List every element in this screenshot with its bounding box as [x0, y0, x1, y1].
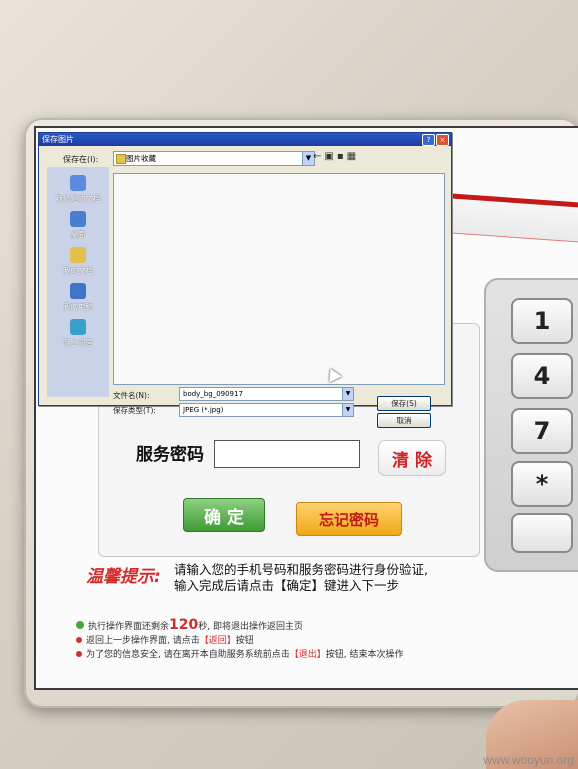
note-2-suffix: 按钮	[235, 636, 254, 646]
forgot-password-button[interactable]: 忘记密码	[296, 502, 402, 536]
dialog-titlebar: 保存图片 ? ×	[39, 133, 451, 146]
back-icon[interactable]: ←	[313, 151, 324, 162]
tip-title: 温馨提示:	[86, 567, 161, 587]
tip-line-1: 请输入您的手机号码和服务密码进行身份验证,	[174, 562, 428, 577]
key-7[interactable]: 7	[511, 408, 573, 454]
header-red-band	[446, 193, 578, 243]
place-label: 我最近的文档	[55, 194, 101, 203]
dialog-toolbar: ←▣▪▦	[313, 151, 359, 162]
save-in-select[interactable]: 图片收藏 ▼	[113, 151, 315, 166]
filename-label: 文件名(N):	[113, 391, 150, 400]
up-folder-icon[interactable]: ▣	[324, 151, 336, 162]
note-line-2: 返回上一步操作界面, 请点击【返回】按钮	[76, 634, 403, 648]
file-list[interactable]	[113, 173, 445, 385]
place-label: 桌面	[70, 230, 86, 239]
bullet-icon	[76, 637, 82, 643]
countdown: 120	[169, 617, 199, 633]
note-3-prefix: 为了您的信息安全, 请在离开本自助服务系统前点击	[86, 650, 290, 660]
notes: 执行操作界面还剩余120秒, 即将退出操作返回主页 返回上一步操作界面, 请点击…	[76, 618, 403, 662]
place-my-documents[interactable]: 我的文档	[47, 247, 109, 276]
note-1-prefix: 执行操作界面还剩余	[88, 622, 170, 632]
filename-value: body_bg_090917	[183, 390, 243, 398]
folder-icon	[116, 154, 126, 164]
key-star[interactable]: *	[511, 461, 573, 507]
save-button[interactable]: 保存(S)	[377, 396, 431, 411]
back-link[interactable]: 【返回】	[200, 636, 236, 646]
places-bar: 我最近的文档 桌面 我的文档 我的电脑 网上邻居	[47, 167, 109, 397]
filetype-value: JPEG (*.jpg)	[183, 406, 224, 414]
place-desktop[interactable]: 桌面	[47, 211, 109, 240]
view-menu-icon[interactable]: ▦	[347, 151, 359, 162]
recent-documents-icon	[70, 175, 86, 191]
place-my-computer[interactable]: 我的电脑	[47, 283, 109, 312]
tip-line-2: 输入完成后请点击【确定】键进入下一步	[174, 578, 400, 593]
place-label: 我的文档	[63, 266, 93, 275]
filetype-select[interactable]: JPEG (*.jpg) ▼	[179, 403, 354, 417]
service-password-label: 服务密码	[136, 445, 204, 465]
key-4[interactable]: 4	[511, 353, 573, 399]
chevron-down-icon[interactable]: ▼	[342, 388, 353, 400]
place-label: 我的电脑	[63, 302, 93, 311]
exit-link[interactable]: 【退出】	[290, 650, 326, 660]
my-documents-icon	[70, 247, 86, 263]
kiosk-screen: 1 4 7 * 服务密码 清 除 确 定 忘记密码 温馨提示: 请输入您的手机号…	[34, 126, 578, 690]
my-computer-icon	[70, 283, 86, 299]
note-1-suffix: 秒, 即将退出操作返回主页	[198, 622, 303, 632]
new-folder-icon[interactable]: ▪	[337, 151, 347, 162]
close-button[interactable]: ×	[436, 134, 449, 146]
confirm-button[interactable]: 确 定	[183, 498, 265, 532]
desktop-icon	[70, 211, 86, 227]
place-recent[interactable]: 我最近的文档	[47, 175, 109, 204]
key-blank[interactable]	[511, 513, 573, 553]
filetype-label: 保存类型(T):	[113, 406, 156, 415]
cancel-button[interactable]: 取消	[377, 413, 431, 428]
tip-text: 请输入您的手机号码和服务密码进行身份验证, 输入完成后请点击【确定】键进入下一步	[174, 562, 428, 594]
note-3-suffix: 按钮, 结束本次操作	[325, 650, 404, 660]
save-in-label: 保存在(I):	[63, 155, 99, 164]
note-line-1: 执行操作界面还剩余120秒, 即将退出操作返回主页	[76, 618, 403, 634]
clear-button[interactable]: 清 除	[378, 440, 446, 476]
clock-icon	[76, 621, 84, 629]
help-button[interactable]: ?	[422, 134, 435, 146]
place-network[interactable]: 网上邻居	[47, 319, 109, 348]
filename-input[interactable]: body_bg_090917 ▼	[179, 387, 354, 401]
watermark: www.wooyun.org	[483, 753, 574, 767]
save-in-value: 图片收藏	[126, 154, 156, 163]
save-image-dialog: 保存图片 ? × 保存在(I): 图片收藏 ▼ ←▣▪▦ 我最近的文档 桌面 我…	[38, 132, 452, 428]
key-1[interactable]: 1	[511, 298, 573, 344]
network-places-icon	[70, 319, 86, 335]
bullet-icon	[76, 651, 82, 657]
service-password-input[interactable]	[214, 440, 360, 468]
note-2-prefix: 返回上一步操作界面, 请点击	[86, 636, 200, 646]
dialog-title: 保存图片	[42, 135, 74, 144]
note-line-3: 为了您的信息安全, 请在离开本自助服务系统前点击【退出】按钮, 结束本次操作	[76, 648, 403, 662]
chevron-down-icon[interactable]: ▼	[342, 404, 353, 416]
place-label: 网上邻居	[63, 338, 93, 347]
